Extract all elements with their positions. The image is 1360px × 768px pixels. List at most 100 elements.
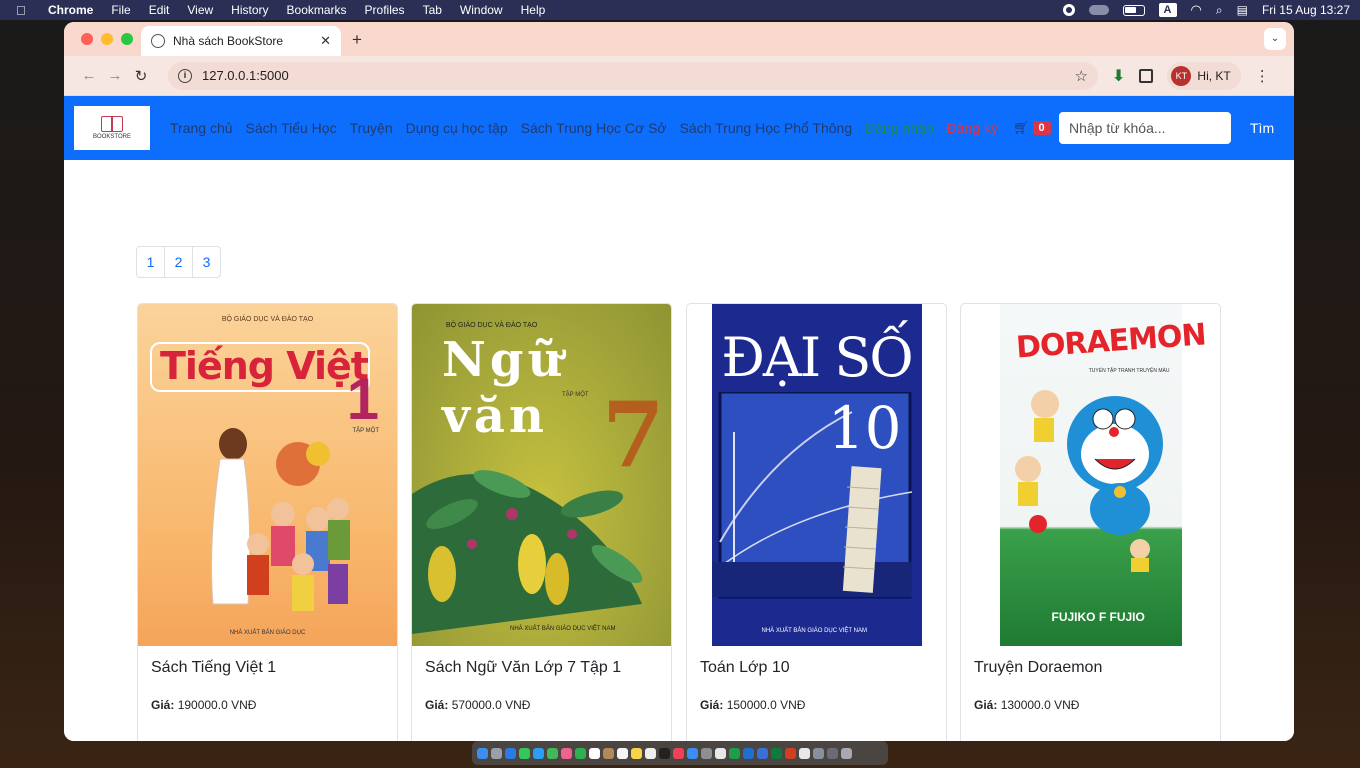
site-info-icon[interactable]: i <box>178 68 192 83</box>
product-title-2[interactable]: Sách Ngữ Văn Lớp 7 Tập 1 <box>425 659 671 677</box>
product-title-3[interactable]: Toán Lớp 10 <box>700 659 946 677</box>
menu-file[interactable]: File <box>111 3 130 17</box>
product-title-4[interactable]: Truyện Doraemon <box>974 659 1220 677</box>
menu-view[interactable]: View <box>187 3 213 17</box>
chatgpt-icon[interactable] <box>715 747 726 759</box>
apple-icon[interactable]:  <box>16 3 30 18</box>
word-icon[interactable] <box>757 747 768 759</box>
nav-high-school-books[interactable]: Sách Trung Học Phổ Thông <box>680 120 853 136</box>
product-cover-4[interactable]: DORAEMON TUYỂN TẬP TRANH TRUYỆN MÀU FUJI… <box>961 304 1220 646</box>
product-title-1[interactable]: Sách Tiếng Việt 1 <box>151 659 397 677</box>
page-link-3[interactable]: 3 <box>192 246 221 278</box>
music-icon[interactable] <box>673 747 684 759</box>
messages-icon[interactable] <box>519 747 530 759</box>
search-input[interactable] <box>1059 112 1231 144</box>
menubar-clock[interactable]: Fri 15 Aug 13:27 <box>1262 3 1350 17</box>
login-link[interactable]: Đăng nhập <box>865 120 934 136</box>
trash-icon[interactable] <box>841 747 852 759</box>
menu-profiles[interactable]: Profiles <box>365 3 405 17</box>
finder-icon[interactable] <box>477 747 488 759</box>
menu-edit[interactable]: Edit <box>149 3 170 17</box>
cover-title: DORAEMON <box>1014 317 1207 366</box>
terminal-icon[interactable] <box>729 747 740 759</box>
download-icon[interactable]: ⬇ <box>1112 66 1125 86</box>
nav-comics[interactable]: Truyện <box>350 120 393 136</box>
calendar-icon[interactable] <box>589 747 600 759</box>
menu-tab[interactable]: Tab <box>423 3 442 17</box>
app-store-icon[interactable] <box>687 747 698 759</box>
spotlight-search-icon[interactable]: ⌕ <box>1216 3 1223 18</box>
nav-middle-school-books[interactable]: Sách Trung Học Cơ Sở <box>521 120 667 136</box>
reminders-icon[interactable] <box>617 747 628 759</box>
product-card-2[interactable]: BỘ GIÁO DỤC VÀ ĐÀO TẠO Ngữ văn TẬP MỘT 7 <box>411 303 672 741</box>
excel-icon[interactable] <box>771 747 782 759</box>
window-controls <box>81 33 133 45</box>
minimize-window-button[interactable] <box>101 33 113 45</box>
reload-icon[interactable]: ↻ <box>128 67 154 85</box>
more-menu-icon[interactable]: ⋮ <box>1255 67 1270 85</box>
dai-so-cover-art: ĐẠI SỐ 10 NHÀ XUẤT BẢN GIÁO DỤC VIỆT NAM <box>711 304 922 646</box>
menu-bookmarks[interactable]: Bookmarks <box>287 3 347 17</box>
tieng-viet-cover-art: BỘ GIÁO DỤC VÀ ĐÀO TẠO Tiếng Việt 1 TẬP … <box>138 304 397 646</box>
powerpoint-icon[interactable] <box>785 747 796 759</box>
freeform-icon[interactable] <box>645 747 656 759</box>
product-cover-1[interactable]: BỘ GIÁO DỤC VÀ ĐÀO TẠO Tiếng Việt 1 TẬP … <box>138 304 397 646</box>
extensions-icon[interactable] <box>1139 68 1154 83</box>
close-window-button[interactable] <box>81 33 93 45</box>
launchpad-icon[interactable] <box>491 747 502 759</box>
wifi-icon[interactable]: ◠ <box>1191 2 1202 18</box>
search-button[interactable]: Tìm <box>1250 120 1274 136</box>
menu-history[interactable]: History <box>231 3 268 17</box>
tab-search-chevron-icon[interactable]: ⌄ <box>1264 28 1286 50</box>
settings-icon[interactable] <box>701 747 712 759</box>
profile-button[interactable]: KT Hi, KT <box>1167 61 1241 90</box>
cover-title: Tiếng Việt <box>160 344 369 388</box>
tv-icon[interactable] <box>659 747 670 759</box>
new-tab-button[interactable]: + <box>352 30 362 50</box>
pagination: 1 2 3 <box>136 246 221 278</box>
back-arrow-icon[interactable]: ← <box>76 67 102 84</box>
control-center-icon[interactable]: ▤ <box>1237 3 1248 17</box>
menu-window[interactable]: Window <box>460 3 503 17</box>
cover-publisher: BỘ GIÁO DỤC VÀ ĐÀO TẠO <box>221 316 314 323</box>
vscode-icon[interactable] <box>743 747 754 759</box>
page-link-1[interactable]: 1 <box>136 246 165 278</box>
menu-help[interactable]: Help <box>521 3 546 17</box>
bookmark-star-icon[interactable]: ☆ <box>1075 67 1088 85</box>
page-link-2[interactable]: 2 <box>164 246 193 278</box>
address-bar[interactable]: i 127.0.0.1:5000 ☆ <box>168 61 1098 90</box>
mail-icon[interactable] <box>533 747 544 759</box>
active-tab[interactable]: Nhà sách BookStore ✕ <box>141 26 341 56</box>
forward-arrow-icon[interactable]: → <box>102 67 128 84</box>
preview-icon[interactable] <box>813 747 824 759</box>
maps-icon[interactable] <box>547 747 558 759</box>
safari-icon[interactable] <box>505 747 516 759</box>
input-source-icon[interactable]: A <box>1158 3 1177 17</box>
chrome-icon[interactable] <box>799 747 810 759</box>
screen-record-icon[interactable] <box>1062 4 1075 16</box>
menu-app-name[interactable]: Chrome <box>48 3 93 17</box>
photos-icon[interactable] <box>561 747 572 759</box>
site-logo[interactable]: BOOKSTORE <box>74 106 150 150</box>
product-cover-2[interactable]: BỘ GIÁO DỤC VÀ ĐÀO TẠO Ngữ văn TẬP MỘT 7 <box>412 304 671 646</box>
product-price-3: Giá: 150000.0 VNĐ <box>700 698 946 712</box>
nav-school-supplies[interactable]: Dụng cụ học tập <box>406 120 508 136</box>
product-cover-3[interactable]: ĐẠI SỐ 10 NHÀ XUẤT BẢN GIÁO DỤC VIỆT NAM <box>687 304 946 646</box>
cloud-icon[interactable] <box>1088 5 1109 15</box>
nav-home[interactable]: Trang chủ <box>170 120 233 136</box>
zoom-window-button[interactable] <box>121 33 133 45</box>
downloads-stack-icon[interactable] <box>827 747 838 759</box>
product-card-3[interactable]: ĐẠI SỐ 10 NHÀ XUẤT BẢN GIÁO DỤC VIỆT NAM… <box>686 303 947 741</box>
facetime-icon[interactable] <box>575 747 586 759</box>
contacts-icon[interactable] <box>603 747 614 759</box>
product-card-1[interactable]: BỘ GIÁO DỤC VÀ ĐÀO TẠO Tiếng Việt 1 TẬP … <box>137 303 398 741</box>
logo-text: BOOKSTORE <box>93 134 131 140</box>
cart-button[interactable]: 🛒︎ 0 <box>1013 120 1051 136</box>
nav-primary-books[interactable]: Sách Tiểu Học <box>246 120 337 136</box>
product-card-4[interactable]: DORAEMON TUYỂN TẬP TRANH TRUYỆN MÀU FUJI… <box>960 303 1221 741</box>
close-tab-icon[interactable]: ✕ <box>320 33 331 49</box>
notes-icon[interactable] <box>631 747 642 759</box>
battery-icon[interactable] <box>1122 4 1145 16</box>
register-link[interactable]: Đăng ký <box>947 120 998 136</box>
address-url[interactable]: 127.0.0.1:5000 <box>202 68 289 83</box>
